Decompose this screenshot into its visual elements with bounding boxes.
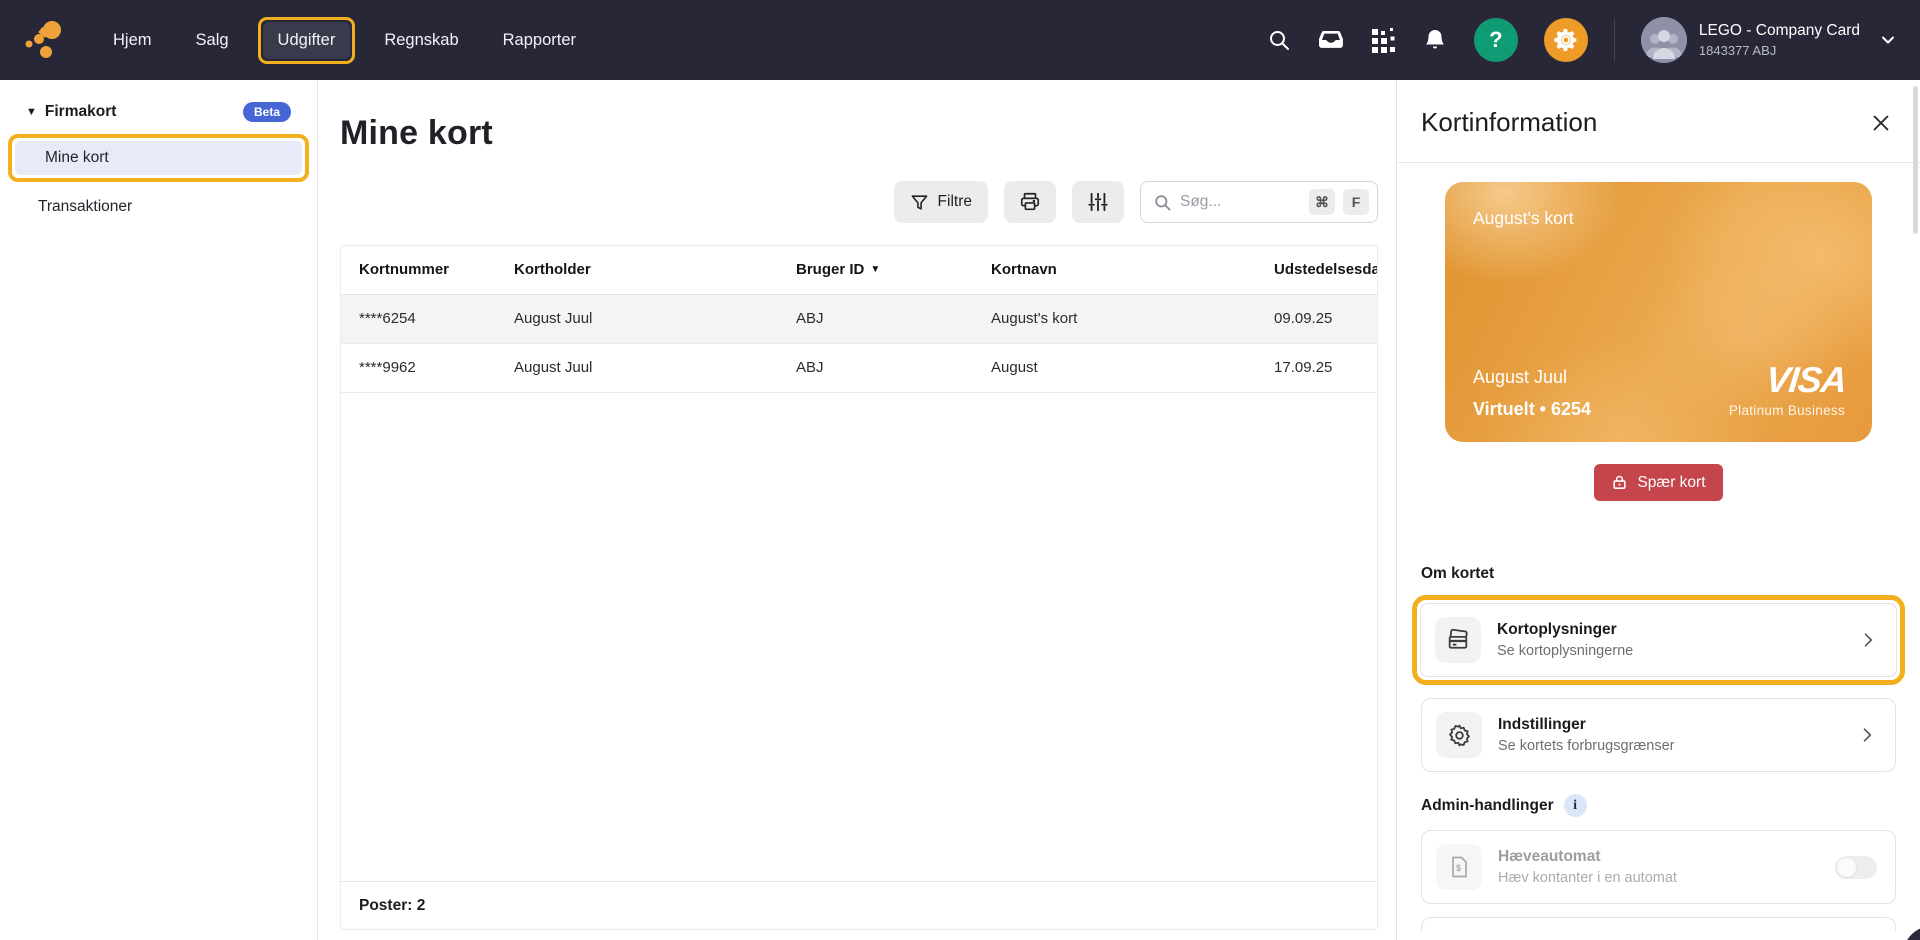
table-search: ⌘ F (1140, 181, 1378, 223)
cards-icon (1435, 617, 1481, 663)
search-icon[interactable] (1266, 27, 1292, 53)
sidebar-group-label: Firmakort (45, 103, 117, 121)
section-admin-handlinger: Admin-handlinger i (1421, 794, 1896, 817)
close-icon[interactable] (1866, 108, 1896, 138)
nav-udgifter[interactable]: Udgifter (263, 22, 351, 59)
main-content: Mine kort Filtre (318, 80, 1396, 940)
sort-desc-icon: ▼ (870, 264, 880, 275)
printer-icon (1019, 191, 1041, 213)
col-kortnummer[interactable]: Kortnummer (341, 246, 496, 294)
funnel-icon (910, 193, 929, 212)
filters-button[interactable]: Filtre (894, 181, 988, 223)
gear-icon (1436, 712, 1482, 758)
record-count: Poster: 2 (341, 881, 1377, 929)
annotation-box-mine-kort: Mine kort (8, 134, 309, 182)
chevron-right-icon (1857, 725, 1877, 745)
atm-toggle-off[interactable] (1835, 856, 1877, 879)
section-om-kortet: Om kortet (1421, 565, 1896, 583)
page-title: Mine kort (340, 114, 1396, 153)
economic-logo[interactable] (22, 17, 68, 63)
nav-regnskab[interactable]: Regnskab (369, 22, 473, 59)
topbar-divider (1614, 19, 1615, 61)
nav-hjem[interactable]: Hjem (98, 22, 167, 59)
topbar: Hjem Salg Udgifter Regnskab Rapporter (0, 0, 1920, 80)
main-nav: Hjem Salg Udgifter Regnskab Rapporter (98, 17, 591, 64)
item-title: Kortoplysninger (1497, 621, 1633, 639)
card-holder: August Juul (1473, 367, 1567, 388)
account-name: LEGO - Company Card (1699, 22, 1860, 40)
cards-table: Kortnummer Kortholder Bruger ID▼ Kortnav… (340, 245, 1378, 930)
cmd-key-badge: ⌘ (1309, 189, 1335, 215)
col-bruger-id[interactable]: Bruger ID▼ (778, 246, 973, 294)
sidebar-group-firmakort[interactable]: ▼ Firmakort Beta (0, 100, 317, 124)
col-udstedelsesdato[interactable]: Udstedelsesdato (1256, 246, 1377, 294)
sidebar-item-transaktioner[interactable]: Transaktioner (8, 190, 305, 224)
f-key-badge: F (1343, 189, 1369, 215)
col-kortholder[interactable]: Kortholder (496, 246, 778, 294)
nav-rapporter[interactable]: Rapporter (488, 22, 591, 59)
card-name: August's kort (1473, 208, 1574, 229)
panel-divider (1397, 162, 1920, 163)
sidebar-item-mine-kort[interactable]: Mine kort (15, 141, 302, 175)
block-card-button[interactable]: Spær kort (1594, 464, 1722, 501)
item-subtitle: Se kortets forbrugsgrænser (1498, 738, 1675, 754)
card-tier: Platinum Business (1729, 403, 1845, 418)
info-icon[interactable]: i (1564, 794, 1587, 817)
card-details-item[interactable]: Kortoplysninger Se kortoplysningerne (1420, 603, 1897, 677)
apps-grid-icon[interactable] (1370, 27, 1396, 53)
item-subtitle: Hæv kontanter i en automat (1498, 870, 1677, 886)
sidebar: ▼ Firmakort Beta Mine kort Transaktioner (0, 80, 318, 940)
annotation-box-udgifter: Udgifter (258, 17, 356, 64)
table-row[interactable]: ****9962 August Juul ABJ August 17.09.25 (341, 343, 1377, 392)
annotation-box-kortoplysninger: Kortoplysninger Se kortoplysningerne (1412, 595, 1905, 685)
beta-badge: Beta (243, 102, 291, 122)
item-subtitle: Se kortoplysningerne (1497, 643, 1633, 659)
item-title: Hæveautomat (1498, 848, 1677, 866)
search-input[interactable] (1180, 193, 1301, 211)
settings-gear-button[interactable] (1544, 18, 1588, 62)
col-kortnavn[interactable]: Kortnavn (973, 246, 1256, 294)
atm-item: $ Hæveautomat Hæv kontanter i en automat (1421, 830, 1896, 904)
card-type-number: Virtuelt • 6254 (1473, 399, 1591, 420)
account-chevron-down-icon[interactable] (1878, 30, 1898, 50)
company-avatar (1641, 17, 1687, 63)
account-id: 1843377 ABJ (1699, 43, 1860, 58)
group-collapse-caret-icon[interactable]: ▼ (26, 106, 37, 118)
sliders-icon (1087, 191, 1109, 213)
column-settings-button[interactable] (1072, 181, 1124, 223)
chevron-right-icon (1858, 630, 1878, 650)
card-info-panel: Kortinformation August's kort August Juu… (1396, 80, 1920, 940)
cash-document-icon: $ (1436, 844, 1482, 890)
table-toolbar: Filtre (318, 181, 1378, 223)
account-menu[interactable]: LEGO - Company Card 1843377 ABJ (1641, 17, 1898, 63)
visa-logo: VISA (1764, 362, 1848, 398)
table-header-row: Kortnummer Kortholder Bruger ID▼ Kortnav… (341, 246, 1377, 294)
lock-icon (1611, 474, 1628, 491)
notifications-bell-icon[interactable] (1422, 27, 1448, 53)
panel-title: Kortinformation (1421, 107, 1597, 138)
nav-salg[interactable]: Salg (181, 22, 244, 59)
table-row[interactable]: ****6254 August Juul ABJ August's kort 0… (341, 294, 1377, 343)
virtual-card-visual: August's kort August Juul Virtuelt • 625… (1445, 182, 1872, 442)
print-button[interactable] (1004, 181, 1056, 223)
panel-scrollbar[interactable] (1913, 86, 1918, 234)
item-title: Indstillinger (1498, 716, 1675, 734)
inbox-icon[interactable] (1318, 27, 1344, 53)
help-button[interactable]: ? (1474, 18, 1518, 62)
svg-text:$: $ (1456, 863, 1461, 873)
card-settings-item[interactable]: Indstillinger Se kortets forbrugsgrænser (1421, 698, 1896, 772)
search-input-icon (1153, 193, 1172, 212)
partial-next-item-card (1421, 917, 1896, 931)
